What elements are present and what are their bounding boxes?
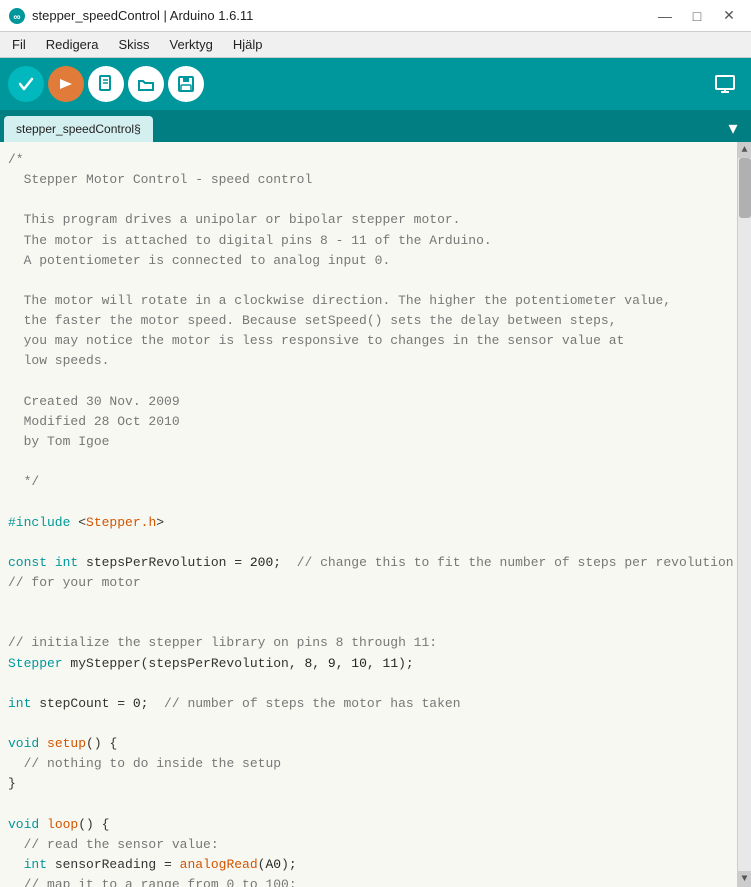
toolbar	[0, 58, 751, 110]
tab-label: stepper_speedControl§	[16, 122, 141, 136]
title-bar-left: ∞ stepper_speedControl | Arduino 1.6.11	[8, 7, 253, 25]
open-icon	[136, 74, 156, 94]
vertical-scrollbar[interactable]: ▲ ▼	[737, 142, 751, 887]
open-button[interactable]	[128, 66, 164, 102]
serial-monitor-button[interactable]	[707, 66, 743, 102]
arduino-logo-icon: ∞	[8, 7, 26, 25]
editor-container: /* Stepper Motor Control - speed control…	[0, 142, 751, 887]
scroll-down-button[interactable]: ▼	[738, 871, 751, 887]
verify-button[interactable]	[8, 66, 44, 102]
menu-redigera[interactable]: Redigera	[38, 35, 107, 54]
menu-verktyg[interactable]: Verktyg	[162, 35, 221, 54]
code-content: /* Stepper Motor Control - speed control…	[8, 150, 737, 887]
save-icon	[176, 74, 196, 94]
menu-skiss[interactable]: Skiss	[110, 35, 157, 54]
verify-icon	[16, 74, 36, 94]
monitor-icon	[714, 73, 736, 95]
tab-stepper-speedcontrol[interactable]: stepper_speedControl§	[4, 116, 153, 142]
window-title: stepper_speedControl | Arduino 1.6.11	[32, 8, 253, 23]
tab-dropdown-button[interactable]: ▾	[719, 114, 747, 142]
tab-bar: stepper_speedControl§ ▾	[0, 110, 751, 142]
scroll-thumb[interactable]	[739, 158, 751, 218]
title-bar-controls: — □ ✕	[651, 6, 743, 26]
minimize-button[interactable]: —	[651, 6, 679, 26]
new-icon	[95, 73, 117, 95]
title-bar: ∞ stepper_speedControl | Arduino 1.6.11 …	[0, 0, 751, 32]
menu-hjälp[interactable]: Hjälp	[225, 35, 271, 54]
new-button[interactable]	[88, 66, 124, 102]
menu-fil[interactable]: Fil	[4, 35, 34, 54]
close-button[interactable]: ✕	[715, 6, 743, 26]
scroll-up-button[interactable]: ▲	[738, 142, 751, 158]
scroll-track[interactable]	[738, 158, 751, 871]
svg-text:∞: ∞	[13, 12, 20, 23]
maximize-button[interactable]: □	[683, 6, 711, 26]
upload-icon	[56, 74, 76, 94]
code-editor[interactable]: /* Stepper Motor Control - speed control…	[0, 142, 737, 887]
menu-bar: Fil Redigera Skiss Verktyg Hjälp	[0, 32, 751, 58]
upload-button[interactable]	[48, 66, 84, 102]
save-button[interactable]	[168, 66, 204, 102]
